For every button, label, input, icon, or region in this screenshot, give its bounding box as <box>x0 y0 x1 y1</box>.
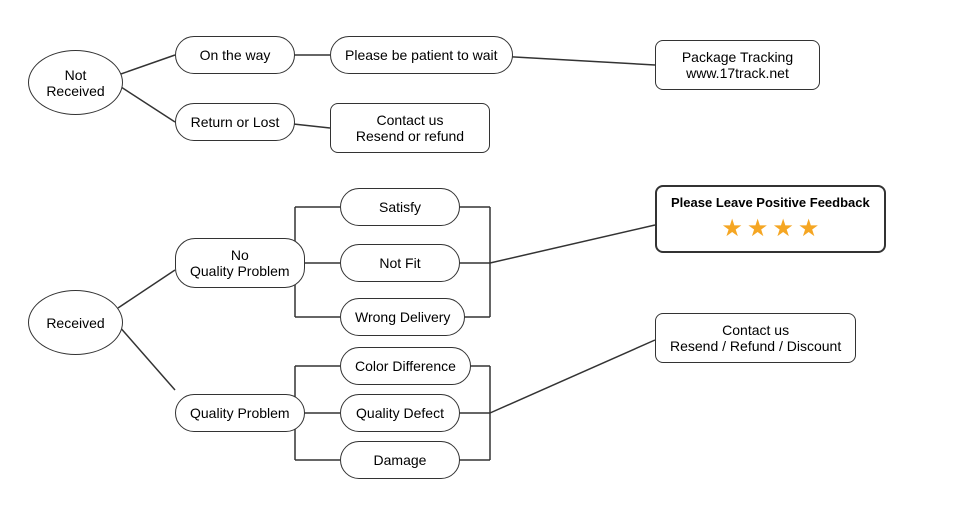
not-fit-label: Not Fit <box>379 255 420 271</box>
on-the-way-node: On the way <box>175 36 295 74</box>
color-difference-node: Color Difference <box>340 347 471 385</box>
not-received-label: Not Received <box>46 67 104 99</box>
wrong-delivery-node: Wrong Delivery <box>340 298 465 336</box>
diagram: Not Received On the way Return or Lost P… <box>0 0 960 513</box>
feedback-node: Please Leave Positive Feedback ★ ★ ★ ★ <box>655 185 886 253</box>
star-1: ★ <box>721 214 743 243</box>
stars-row: ★ ★ ★ ★ <box>671 214 870 243</box>
contact-resend-refund-discount-label: Contact us Resend / Refund / Discount <box>670 322 841 354</box>
be-patient-node: Please be patient to wait <box>330 36 513 74</box>
contact-resend-refund-discount-node: Contact us Resend / Refund / Discount <box>655 313 856 363</box>
feedback-label: Please Leave Positive Feedback <box>671 195 870 210</box>
return-or-lost-node: Return or Lost <box>175 103 295 141</box>
star-4: ★ <box>798 214 820 243</box>
star-2: ★ <box>747 214 769 243</box>
contact-resend-refund-node: Contact us Resend or refund <box>330 103 490 153</box>
no-quality-problem-label: No Quality Problem <box>190 247 290 279</box>
be-patient-label: Please be patient to wait <box>345 47 498 63</box>
received-node: Received <box>28 290 123 355</box>
quality-defect-label: Quality Defect <box>356 405 444 421</box>
not-received-node: Not Received <box>28 50 123 115</box>
no-quality-problem-node: No Quality Problem <box>175 238 305 288</box>
star-3: ★ <box>772 214 794 243</box>
damage-label: Damage <box>374 452 427 468</box>
damage-node: Damage <box>340 441 460 479</box>
quality-defect-node: Quality Defect <box>340 394 460 432</box>
satisfy-node: Satisfy <box>340 188 460 226</box>
quality-problem-node: Quality Problem <box>175 394 305 432</box>
contact-resend-refund-label: Contact us Resend or refund <box>356 112 464 144</box>
not-fit-node: Not Fit <box>340 244 460 282</box>
wrong-delivery-label: Wrong Delivery <box>355 309 450 325</box>
quality-problem-label: Quality Problem <box>190 405 290 421</box>
on-the-way-label: On the way <box>200 47 271 63</box>
return-or-lost-label: Return or Lost <box>191 114 280 130</box>
satisfy-label: Satisfy <box>379 199 421 215</box>
color-difference-label: Color Difference <box>355 358 456 374</box>
received-label: Received <box>46 315 104 331</box>
package-tracking-label: Package Tracking www.17track.net <box>682 49 793 81</box>
package-tracking-node: Package Tracking www.17track.net <box>655 40 820 90</box>
